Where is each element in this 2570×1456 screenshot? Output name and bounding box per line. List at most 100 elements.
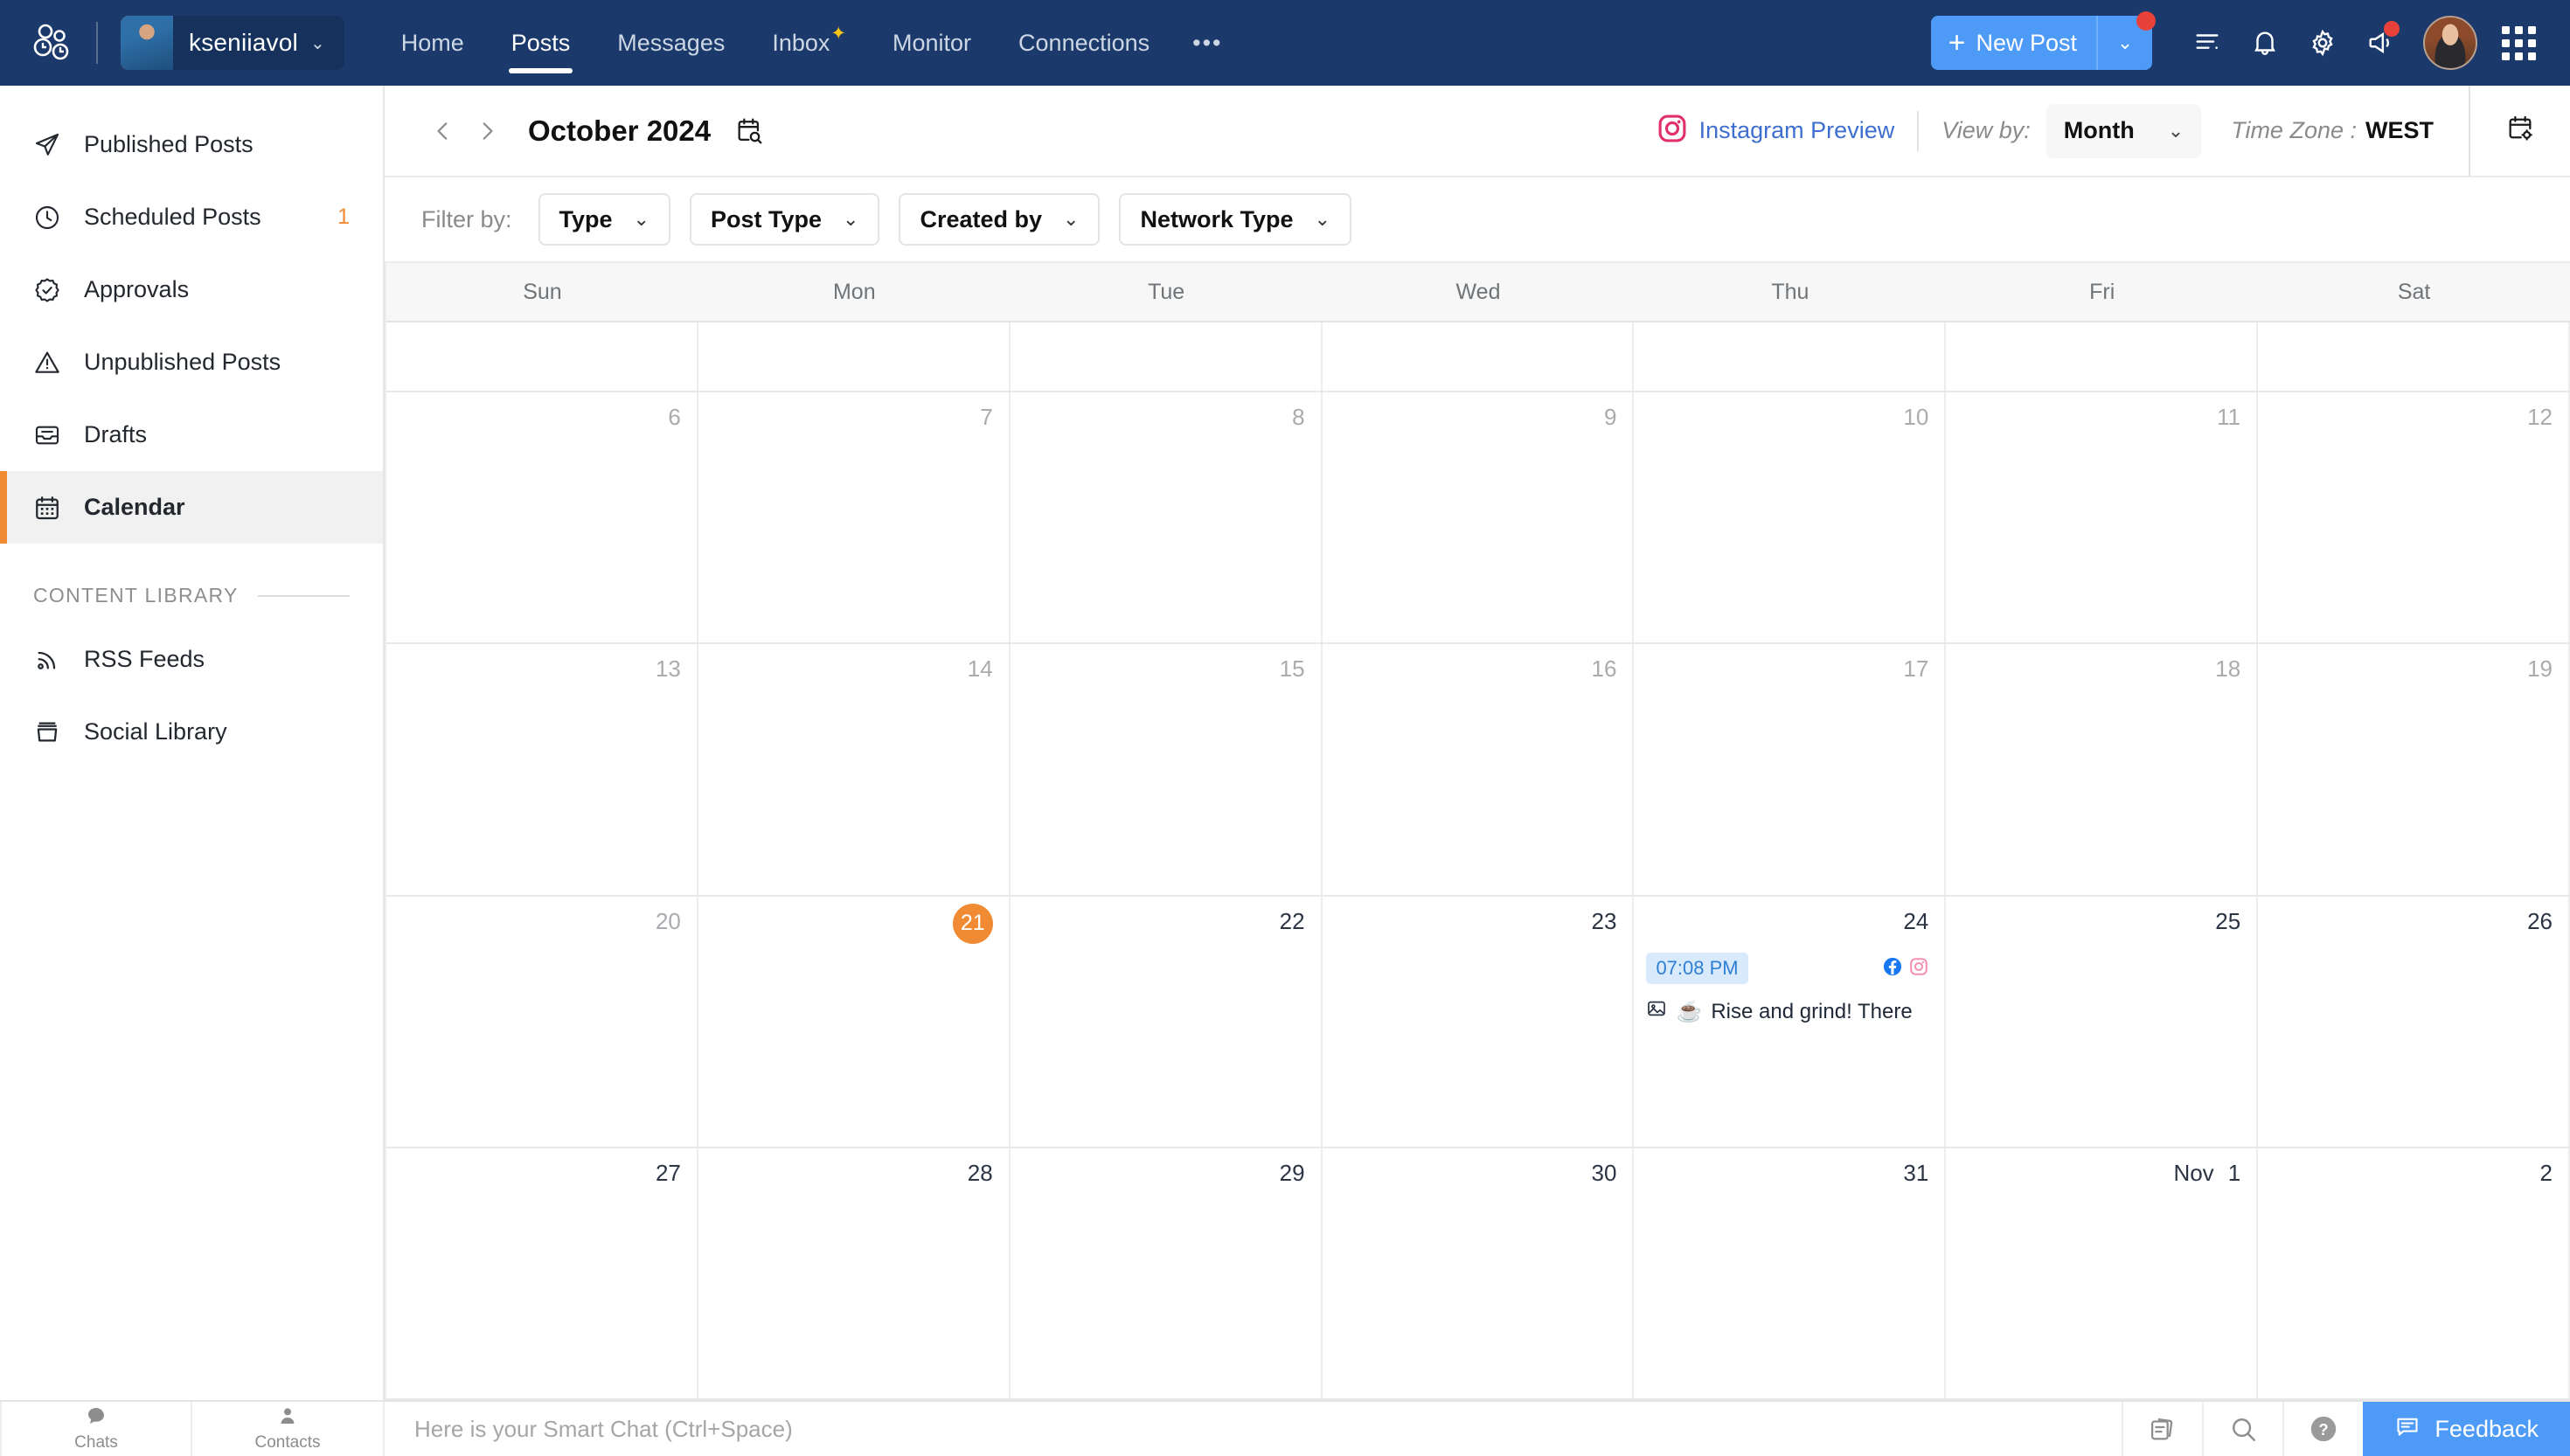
calendar-day-cell[interactable] <box>1011 322 1323 391</box>
day-number: 31 <box>1903 1159 1929 1186</box>
day-number: 11 <box>2217 404 2241 430</box>
bottom-tab-label: Chats <box>74 1433 118 1452</box>
calendar-day-cell[interactable]: 19 <box>2258 644 2570 895</box>
calendar-day-cell[interactable]: 6 <box>386 392 698 643</box>
calendar-day-cell[interactable]: 17 <box>1634 644 1947 895</box>
profile-avatar[interactable] <box>2423 16 2477 70</box>
tab-inbox[interactable]: Inbox ✦ <box>748 0 869 86</box>
filter-post-type-dropdown[interactable]: Post Type ⌄ <box>689 193 880 246</box>
calendar-day-cell[interactable] <box>1323 322 1635 391</box>
search-icon[interactable] <box>2202 1402 2282 1456</box>
paper-plane-icon <box>33 131 72 159</box>
calendar-day-cell-today[interactable]: 21 <box>698 896 1011 1147</box>
sidebar-item-scheduled-posts[interactable]: Scheduled Posts 1 <box>0 181 383 253</box>
more-tabs-button[interactable]: ••• <box>1173 30 1241 57</box>
sidebar-item-unpublished-posts[interactable]: Unpublished Posts <box>0 326 383 399</box>
view-by-value: Month <box>2063 117 2135 143</box>
view-by-select[interactable]: Month ⌄ <box>2046 103 2202 158</box>
weekday-sat: Sat <box>2397 279 2431 304</box>
day-number: 10 <box>1903 404 1929 430</box>
calendar-day-cell[interactable]: 18 <box>1946 644 2259 895</box>
tab-connections[interactable]: Connections <box>995 0 1173 86</box>
event-body: ☕ Rise and grind! There <box>1646 998 1928 1025</box>
calendar-day-cell[interactable] <box>1634 322 1947 391</box>
bottom-tab-chats[interactable]: Chats <box>0 1402 192 1456</box>
calendar-day-cell[interactable]: 29 <box>1011 1147 1323 1398</box>
calendar-settings-button[interactable] <box>2469 85 2570 177</box>
calendar-day-cell[interactable] <box>698 322 1011 391</box>
calendar-day-cell[interactable]: 13 <box>386 644 698 895</box>
announcement-megaphone-icon[interactable] <box>2351 14 2409 72</box>
image-icon <box>1646 998 1667 1025</box>
sidebar-item-rss-feeds[interactable]: RSS Feeds <box>0 623 383 696</box>
weekday-fri: Fri <box>2089 279 2115 304</box>
calendar-day-cell[interactable] <box>386 322 698 391</box>
sidebar-item-drafts[interactable]: Drafts <box>0 399 383 471</box>
calendar-day-cell[interactable]: 22 <box>1011 896 1323 1147</box>
feedback-button[interactable]: Feedback <box>2363 1402 2570 1456</box>
calendar-search-icon[interactable] <box>726 108 772 154</box>
day-number: 27 <box>655 1159 681 1186</box>
top-navigation-bar: kseniiavol ⌄ Home Posts Messages Inbox ✦… <box>0 0 2570 86</box>
calendar-day-cell[interactable]: 20 <box>386 896 698 1147</box>
zoho-social-logo-icon[interactable] <box>26 16 80 70</box>
bottom-tab-contacts[interactable]: Contacts <box>192 1402 385 1456</box>
calendar-day-cell[interactable]: 11 <box>1946 392 2259 643</box>
new-post-main[interactable]: + New Post <box>1931 16 2096 70</box>
chevron-right-icon[interactable] <box>465 109 509 153</box>
filter-network-type-dropdown[interactable]: Network Type ⌄ <box>1119 193 1351 246</box>
main-content: October 2024 Instagram Preview View by: … <box>385 85 2570 1400</box>
tab-home[interactable]: Home <box>378 0 488 86</box>
calendar-day-cell[interactable]: 2 <box>2258 1147 2570 1398</box>
help-question-icon[interactable]: ? <box>2282 1402 2363 1456</box>
calendar-day-cell[interactable]: 10 <box>1634 392 1947 643</box>
filter-created-by-dropdown[interactable]: Created by ⌄ <box>899 193 1101 246</box>
tab-monitor[interactable]: Monitor <box>869 0 995 86</box>
sidebar-item-approvals[interactable]: Approvals <box>0 253 383 326</box>
calendar-day-cell[interactable] <box>2258 322 2570 391</box>
settings-gear-icon[interactable] <box>2294 14 2351 72</box>
tab-label: Monitor <box>893 29 972 56</box>
smart-chat-input[interactable]: Here is your Smart Chat (Ctrl+Space) <box>385 1402 2122 1456</box>
calendar-grid: 6 7 8 9 10 11 12 13 14 15 16 17 18 19 20… <box>386 322 2570 1400</box>
archive-box-icon <box>33 718 72 746</box>
tab-messages[interactable]: Messages <box>594 0 748 86</box>
chevron-left-icon[interactable] <box>421 109 465 153</box>
calendar-day-cell[interactable]: 27 <box>386 1147 698 1398</box>
calendar-day-cell[interactable]: Nov 1 <box>1946 1147 2259 1398</box>
notes-stack-icon[interactable] <box>2122 1402 2202 1456</box>
day-number: 30 <box>1591 1159 1617 1186</box>
calendar-day-cell[interactable]: 7 <box>698 392 1011 643</box>
calendar-day-cell[interactable]: 9 <box>1323 392 1635 643</box>
calendar-event[interactable]: 07:08 PM ☕ Rise and grind! There <box>1646 953 1928 1025</box>
calendar-day-cell[interactable]: 28 <box>698 1147 1011 1398</box>
calendar-day-cell[interactable]: 12 <box>2258 392 2570 643</box>
calendar-day-cell[interactable]: 23 <box>1323 896 1635 1147</box>
calendar-day-cell[interactable]: 24 07:08 PM ☕ Rise and grind! There <box>1634 896 1947 1147</box>
new-post-button[interactable]: + New Post ⌄ <box>1930 11 2156 70</box>
day-number: 24 <box>1903 907 1929 934</box>
sidebar-item-social-library[interactable]: Social Library <box>0 696 383 768</box>
day-number: 6 <box>668 404 681 430</box>
apps-grid-icon[interactable] <box>2490 14 2547 72</box>
calendar-day-cell[interactable]: 25 <box>1946 896 2259 1147</box>
calendar-day-cell[interactable]: 8 <box>1011 392 1323 643</box>
calendar-day-cell[interactable]: 15 <box>1011 644 1323 895</box>
day-number: 15 <box>1279 655 1305 683</box>
tab-posts[interactable]: Posts <box>488 0 594 86</box>
calendar-day-cell[interactable]: 26 <box>2258 896 2570 1147</box>
sidebar-item-published-posts[interactable]: Published Posts <box>0 108 383 181</box>
calendar-day-cell[interactable]: 16 <box>1323 644 1635 895</box>
calendar-day-cell[interactable]: 14 <box>698 644 1011 895</box>
instagram-preview-button[interactable]: Instagram Preview <box>1657 114 1918 148</box>
account-switcher[interactable]: kseniiavol ⌄ <box>121 16 344 70</box>
tab-label: Inbox <box>772 29 830 56</box>
day-number: 13 <box>655 655 681 683</box>
notifications-bell-icon[interactable] <box>2236 14 2294 72</box>
filter-type-dropdown[interactable]: Type ⌄ <box>538 193 670 246</box>
calendar-day-cell[interactable]: 30 <box>1323 1147 1635 1398</box>
activity-list-icon[interactable] <box>2178 14 2236 72</box>
calendar-day-cell[interactable]: 31 <box>1634 1147 1947 1398</box>
calendar-day-cell[interactable] <box>1946 322 2259 391</box>
sidebar-item-calendar[interactable]: Calendar <box>0 471 383 544</box>
